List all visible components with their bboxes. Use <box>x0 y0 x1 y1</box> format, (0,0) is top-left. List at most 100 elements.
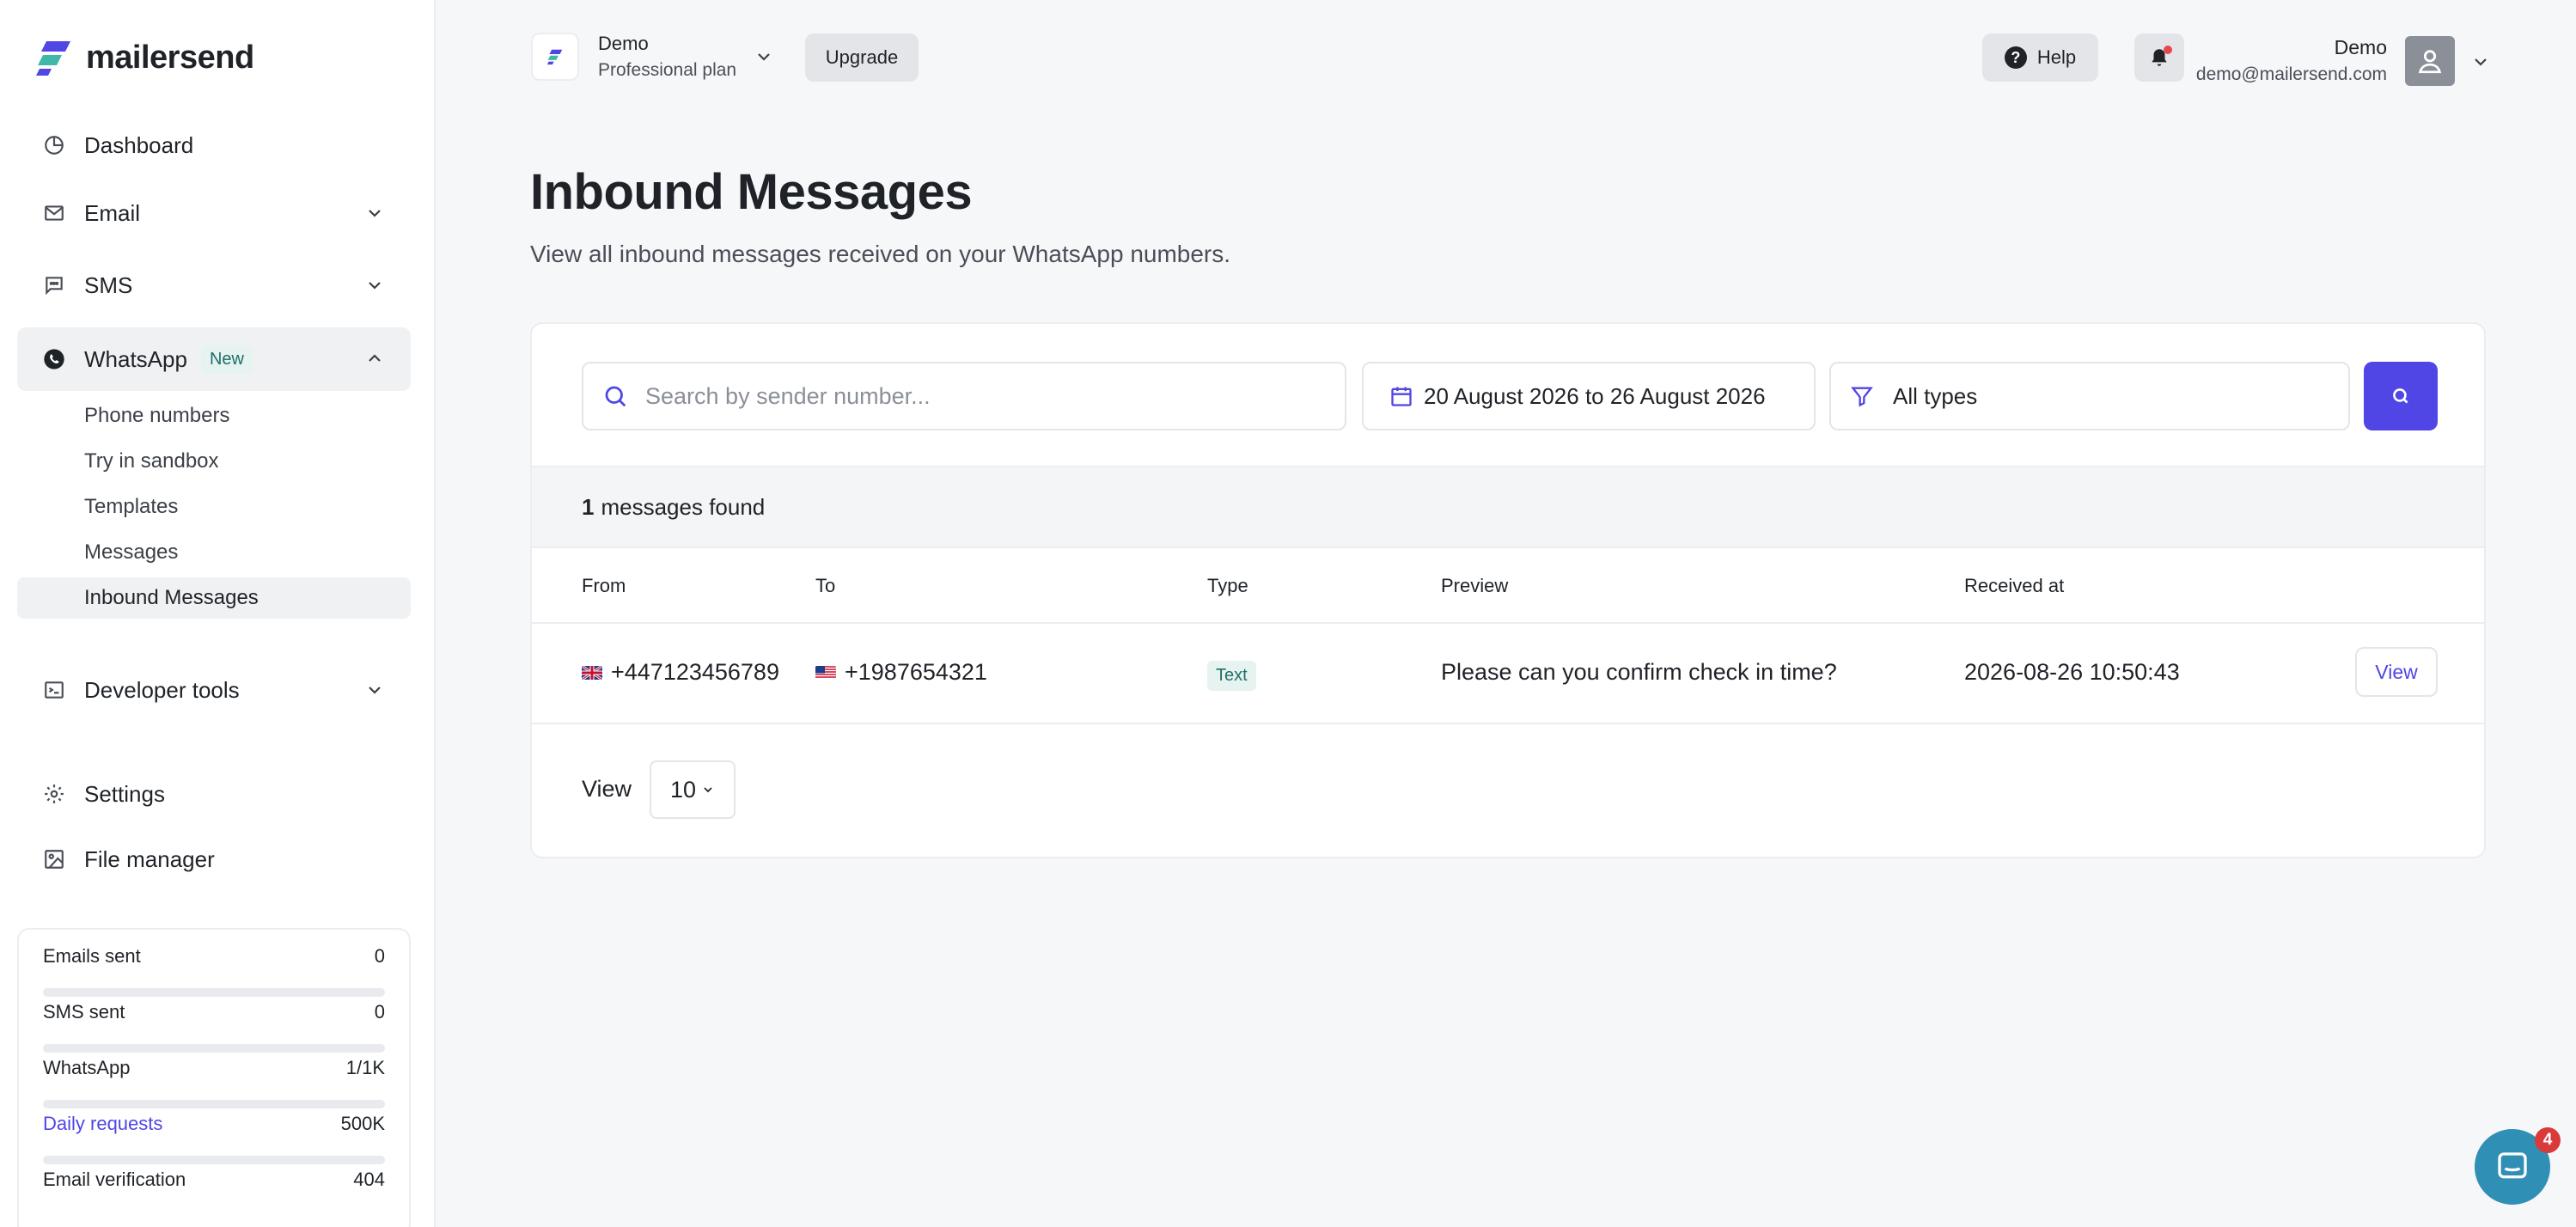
usage-value: 0 <box>374 945 385 967</box>
brand-name: mailersend <box>86 39 254 76</box>
upgrade-button[interactable]: Upgrade <box>805 34 919 82</box>
workspace-switcher[interactable]: Demo Professional plan <box>531 33 774 81</box>
per-page-value: 10 <box>669 776 697 803</box>
search-field[interactable] <box>582 362 1346 430</box>
sender-number: +447123456789 <box>611 659 779 685</box>
help-icon: ? <box>2004 46 2027 69</box>
search-icon <box>605 386 626 407</box>
column-header-to: To <box>815 575 836 596</box>
sidebar-item-label: File manager <box>84 845 215 872</box>
type-filter-value: All types <box>1893 382 1978 409</box>
chevron-down-icon <box>369 282 381 290</box>
sidebar-item-email[interactable]: Email <box>17 182 411 244</box>
results-count: 1 messages found <box>532 466 2484 548</box>
gear-icon <box>40 779 69 809</box>
chevron-down-icon <box>369 687 381 694</box>
sidebar-subitem-phone-numbers[interactable]: Phone numbers <box>17 395 411 436</box>
help-label: Help <box>2036 46 2077 68</box>
column-header-received-at: Received at <box>1964 575 2065 596</box>
results-count-text: messages found <box>601 493 766 520</box>
sidebar-item-sms[interactable]: SMS <box>17 254 411 316</box>
usage-value: 1/1K <box>345 1057 385 1078</box>
sidebar-subitem-inbound-messages[interactable]: Inbound Messages <box>17 577 411 619</box>
sidebar-item-developer-tools[interactable]: Developer tools <box>17 659 411 721</box>
usage-label: SMS sent <box>43 1001 125 1022</box>
sidebar-item-settings[interactable]: Settings <box>17 763 411 825</box>
chat-unread-badge: 4 <box>2535 1127 2561 1153</box>
usage-row-email-verification: Email verification 404 <box>43 1153 385 1205</box>
usage-label: Emails sent <box>43 945 141 967</box>
table-cell-to: +1987654321 <box>815 659 987 686</box>
workspace-name: Demo <box>598 33 649 54</box>
usage-row-emails: Emails sent 0 <box>43 930 385 997</box>
uk-flag-icon <box>582 665 602 680</box>
sidebar: mailersend Dashboard Email SMS WhatsApp … <box>0 0 436 1227</box>
column-header-from: From <box>582 575 626 596</box>
page-title: Inbound Messages <box>530 164 973 220</box>
workspace-plan: Professional plan <box>598 60 737 80</box>
sidebar-item-whatsapp[interactable]: WhatsApp New <box>17 327 411 391</box>
usage-value: 404 <box>353 1169 385 1190</box>
type-filter-select[interactable]: All types <box>1829 362 2350 430</box>
us-flag-icon <box>815 665 836 680</box>
sidebar-item-label: SMS <box>84 272 133 298</box>
sidebar-item-file-manager[interactable]: File manager <box>17 828 411 890</box>
notifications-button[interactable] <box>2134 34 2184 82</box>
sidebar-item-label: Email <box>84 199 141 226</box>
code-icon <box>40 675 69 705</box>
usage-label: WhatsApp <box>43 1057 131 1078</box>
daily-requests-link[interactable]: Daily requests <box>43 1113 162 1135</box>
divider <box>532 622 2484 624</box>
mail-icon <box>40 198 69 228</box>
help-button[interactable]: ? Help <box>1982 34 2098 82</box>
notification-dot <box>2164 46 2172 54</box>
table-cell-received-at: 2026-08-26 10:50:43 <box>1964 659 2180 685</box>
inbound-messages-card: 20 August 2026 to 26 August 2026 All typ… <box>530 322 2486 858</box>
usage-label: Email verification <box>43 1169 186 1190</box>
chevron-down-icon <box>369 210 381 217</box>
user-menu[interactable]: Demo demo@mailersend.com <box>2196 36 2387 85</box>
calendar-icon <box>1391 387 1412 406</box>
usage-row-whatsapp: WhatsApp 1/1K <box>43 1041 385 1108</box>
usage-row-sms: SMS sent 0 <box>43 986 385 1053</box>
sidebar-subitem-try-in-sandbox[interactable]: Try in sandbox <box>17 441 411 482</box>
chevron-down-icon <box>704 787 712 793</box>
divider <box>532 723 2484 724</box>
sidebar-item-label: WhatsApp <box>84 345 187 372</box>
whatsapp-icon <box>40 345 69 374</box>
new-badge: New <box>200 345 253 374</box>
sidebar-subitem-messages[interactable]: Messages <box>17 532 411 573</box>
filter-icon <box>1851 387 1873 407</box>
column-header-type: Type <box>1207 575 1248 596</box>
usage-value: 0 <box>374 1001 385 1022</box>
table-cell-from: +447123456789 <box>582 659 779 686</box>
usage-row-daily-requests: Daily requests 500K <box>43 1097 385 1164</box>
user-name: Demo <box>2334 36 2387 58</box>
per-page-select[interactable]: 10 <box>650 760 736 819</box>
table-cell-preview: Please can you confirm check in time? <box>1441 659 1837 685</box>
sidebar-subitem-templates[interactable]: Templates <box>17 486 411 528</box>
chevron-down-icon <box>758 53 770 61</box>
date-range-picker[interactable]: 20 August 2026 to 26 August 2026 <box>1362 362 1816 430</box>
sidebar-item-label: Developer tools <box>84 676 240 703</box>
usage-value: 500K <box>340 1113 385 1134</box>
logo[interactable]: mailersend <box>34 38 254 77</box>
search-input[interactable] <box>645 382 1345 410</box>
workspace-logo-icon <box>531 33 579 81</box>
sms-icon <box>40 271 69 300</box>
recipient-number: +1987654321 <box>845 659 987 685</box>
dashboard-icon <box>40 131 69 160</box>
mailersend-logo-icon <box>36 41 70 76</box>
sidebar-item-label: Dashboard <box>84 131 194 158</box>
per-page-label: View <box>582 776 632 802</box>
usage-panel: Emails sent 0 SMS sent 0 WhatsApp 1/1K D… <box>17 928 411 1227</box>
sidebar-item-dashboard[interactable]: Dashboard <box>17 114 411 176</box>
avatar[interactable] <box>2405 36 2455 86</box>
search-icon <box>2393 388 2408 404</box>
page-subtitle: View all inbound messages received on yo… <box>530 241 1231 267</box>
date-range-value: 20 August 2026 to 26 August 2026 <box>1424 382 1766 409</box>
view-message-button[interactable]: View <box>2355 647 2438 697</box>
search-button[interactable] <box>2364 362 2438 430</box>
chat-icon <box>2498 1152 2527 1179</box>
chevron-down-icon[interactable] <box>2470 52 2491 72</box>
